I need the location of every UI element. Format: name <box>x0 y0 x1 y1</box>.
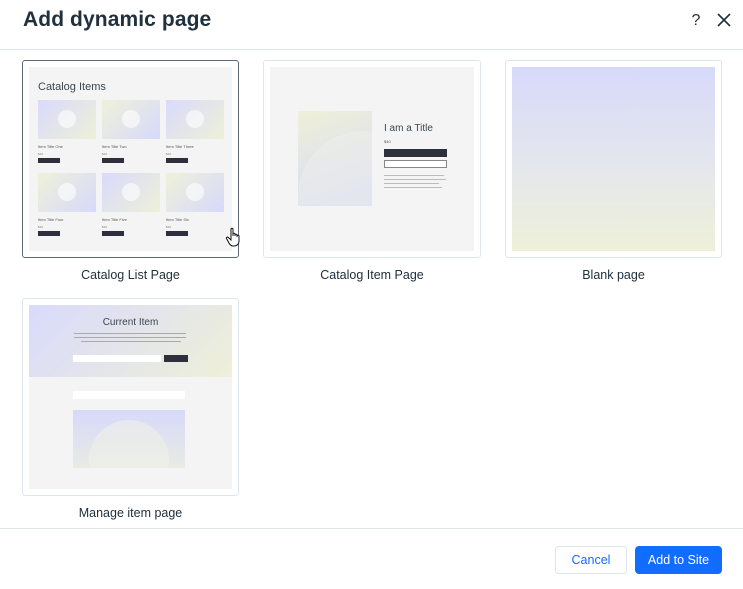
preview-item-name: Item Title Three <box>166 144 194 149</box>
cancel-button[interactable]: Cancel <box>555 546 627 574</box>
template-label-catalog-item[interactable]: Catalog Item Page <box>263 268 481 282</box>
catalog-item-preview: I am a Title $40 <box>270 67 474 251</box>
help-icon[interactable]: ? <box>688 11 704 31</box>
preview-heading: Catalog Items <box>38 81 106 93</box>
preview-item-price: $10 <box>102 152 108 156</box>
preview-item-price: $10 <box>38 152 44 156</box>
preview-item-name: Item Title Two <box>102 144 127 149</box>
preview-item-button <box>38 231 60 236</box>
preview-item: Item Title Three $10 <box>166 100 224 163</box>
preview-item: Item Title Five $10 <box>102 173 160 236</box>
preview-item-button <box>102 158 124 163</box>
dialog-footer: Cancel Add to Site <box>0 528 743 589</box>
preview-text-line <box>74 333 186 334</box>
preview-text-line <box>384 187 442 188</box>
preview-item-image <box>166 100 224 139</box>
add-to-site-button[interactable]: Add to Site <box>635 546 722 574</box>
preview-header-band: Current Item <box>29 305 232 377</box>
preview-image <box>73 410 185 468</box>
close-icon[interactable] <box>716 12 732 28</box>
preview-primary-button <box>384 149 447 157</box>
preview-item-image <box>102 173 160 212</box>
preview-item-image <box>102 100 160 139</box>
preview-field <box>73 391 185 399</box>
preview-item-price: $10 <box>166 225 172 229</box>
preview-text-line <box>384 175 444 176</box>
preview-item-image <box>38 173 96 212</box>
template-card-catalog-item[interactable]: I am a Title $40 <box>263 60 481 258</box>
preview-item: Item Title Two $10 <box>102 100 160 163</box>
preview-item: Item Title Six $10 <box>166 173 224 236</box>
template-card-blank[interactable] <box>505 60 722 258</box>
hand-cursor-icon <box>225 227 240 247</box>
preview-item-image <box>166 173 224 212</box>
preview-item-name: Item Title Five <box>102 217 127 222</box>
preview-price: $40 <box>384 139 391 144</box>
template-label-catalog-list[interactable]: Catalog List Page <box>22 268 239 282</box>
preview-item-button <box>166 231 188 236</box>
template-card-catalog-list[interactable]: Catalog Items Item Title One $10 Item Ti… <box>22 60 240 258</box>
manage-item-preview: Current Item <box>29 305 232 489</box>
template-card-manage-item[interactable]: Current Item <box>22 298 239 496</box>
preview-item-name: Item Title One <box>38 144 63 149</box>
add-dynamic-page-dialog: Add dynamic page ? Catalog Items Item Ti… <box>0 0 743 589</box>
dialog-header: Add dynamic page ? <box>0 0 743 50</box>
preview-item: Item Title Four $10 <box>38 173 96 236</box>
preview-item-button <box>166 158 188 163</box>
template-label-manage-item[interactable]: Manage item page <box>22 506 239 520</box>
preview-item: Item Title One $10 <box>38 100 96 163</box>
preview-text-line <box>384 183 439 184</box>
preview-item-button <box>102 231 124 236</box>
preview-secondary-button <box>384 160 447 168</box>
preview-input <box>73 355 161 362</box>
dialog-title: Add dynamic page <box>23 8 212 31</box>
preview-text-line <box>74 337 186 338</box>
preview-item-price: $10 <box>38 225 44 229</box>
preview-heading: I am a Title <box>384 123 433 134</box>
preview-text-line <box>384 179 446 180</box>
template-label-blank[interactable]: Blank page <box>505 268 722 282</box>
preview-item-price: $10 <box>166 152 172 156</box>
catalog-list-preview: Catalog Items Item Title One $10 Item Ti… <box>29 67 232 251</box>
preview-item-name: Item Title Six <box>166 217 189 222</box>
preview-item-name: Item Title Four <box>38 217 64 222</box>
preview-product-image <box>298 111 372 206</box>
preview-item-price: $10 <box>102 225 108 229</box>
preview-text-line <box>81 341 181 342</box>
preview-heading: Current Item <box>102 317 159 328</box>
preview-item-image <box>38 100 96 139</box>
preview-item-button <box>38 158 60 163</box>
blank-preview <box>512 67 715 251</box>
preview-button <box>164 355 188 362</box>
